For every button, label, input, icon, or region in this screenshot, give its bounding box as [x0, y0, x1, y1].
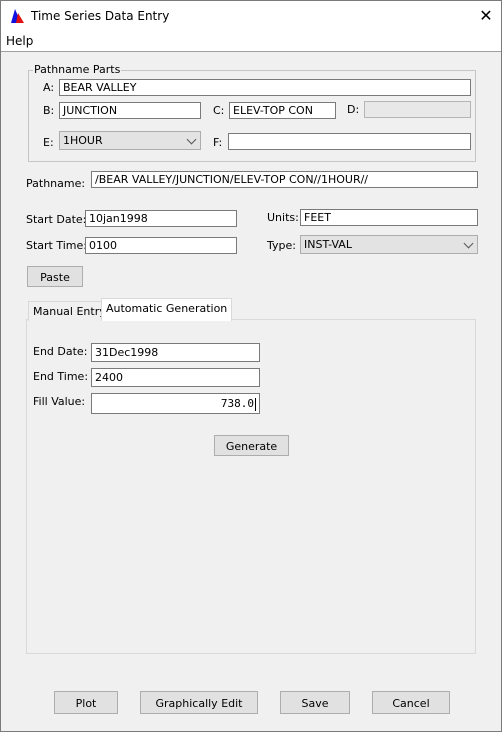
- part-f-input[interactable]: [228, 133, 471, 150]
- end-date-input[interactable]: 31Dec1998: [91, 343, 260, 362]
- pathname-parts-legend: Pathname Parts: [33, 63, 122, 76]
- start-time-label: Start Time:: [26, 239, 87, 252]
- graphically-edit-button[interactable]: Graphically Edit: [140, 691, 258, 714]
- type-label: Type:: [267, 239, 296, 252]
- menu-help[interactable]: Help: [6, 34, 33, 48]
- save-button[interactable]: Save: [280, 691, 350, 714]
- window-title: Time Series Data Entry: [31, 9, 170, 23]
- generate-button[interactable]: Generate: [214, 435, 289, 456]
- start-date-label: Start Date:: [26, 213, 87, 226]
- part-b-label: B:: [43, 104, 55, 117]
- pathname-input[interactable]: /BEAR VALLEY/JUNCTION/ELEV-TOP CON//1HOU…: [91, 171, 478, 188]
- fill-value-input[interactable]: 738.0: [91, 393, 260, 414]
- cancel-button[interactable]: Cancel: [372, 691, 450, 714]
- part-e-select[interactable]: 1HOUR: [59, 131, 201, 150]
- paste-button[interactable]: Paste: [27, 266, 83, 287]
- part-f-label: F:: [213, 136, 223, 149]
- units-label: Units:: [267, 211, 299, 224]
- part-d-label: D:: [347, 103, 360, 116]
- part-b-input[interactable]: JUNCTION: [59, 102, 201, 119]
- pathname-label: Pathname:: [26, 177, 86, 190]
- part-a-label: A:: [43, 81, 55, 94]
- end-time-input[interactable]: 2400: [91, 368, 260, 387]
- plot-button[interactable]: Plot: [54, 691, 118, 714]
- units-input[interactable]: FEET: [300, 209, 478, 226]
- close-icon[interactable]: ✕: [477, 7, 495, 25]
- chevron-down-icon: [463, 238, 474, 249]
- tab-manual-entry[interactable]: Manual Entry: [28, 301, 111, 321]
- end-time-label: End Time:: [33, 370, 89, 383]
- end-date-label: End Date:: [33, 345, 88, 358]
- menu-bar: Help: [1, 32, 501, 52]
- time-series-window: Time Series Data Entry ✕ Help Pathname P…: [0, 0, 502, 732]
- title-bar: Time Series Data Entry ✕: [1, 1, 501, 32]
- type-value: INST-VAL: [304, 238, 352, 251]
- app-icon: [11, 9, 24, 23]
- part-d-input[interactable]: [364, 101, 471, 118]
- start-date-input[interactable]: 10jan1998: [85, 210, 237, 227]
- part-a-input[interactable]: BEAR VALLEY: [59, 79, 471, 96]
- part-c-input[interactable]: ELEV-TOP CON: [229, 102, 336, 119]
- part-e-value: 1HOUR: [63, 134, 103, 147]
- start-time-input[interactable]: 0100: [85, 237, 237, 254]
- fill-value-label: Fill Value:: [33, 395, 86, 408]
- fill-value-text: 738.0: [220, 397, 254, 410]
- text-caret: [255, 397, 256, 411]
- chevron-down-icon: [186, 134, 197, 145]
- part-c-label: C:: [213, 104, 225, 117]
- tab-automatic-generation[interactable]: Automatic Generation: [101, 298, 233, 321]
- type-select[interactable]: INST-VAL: [300, 235, 478, 254]
- part-e-label: E:: [43, 136, 54, 149]
